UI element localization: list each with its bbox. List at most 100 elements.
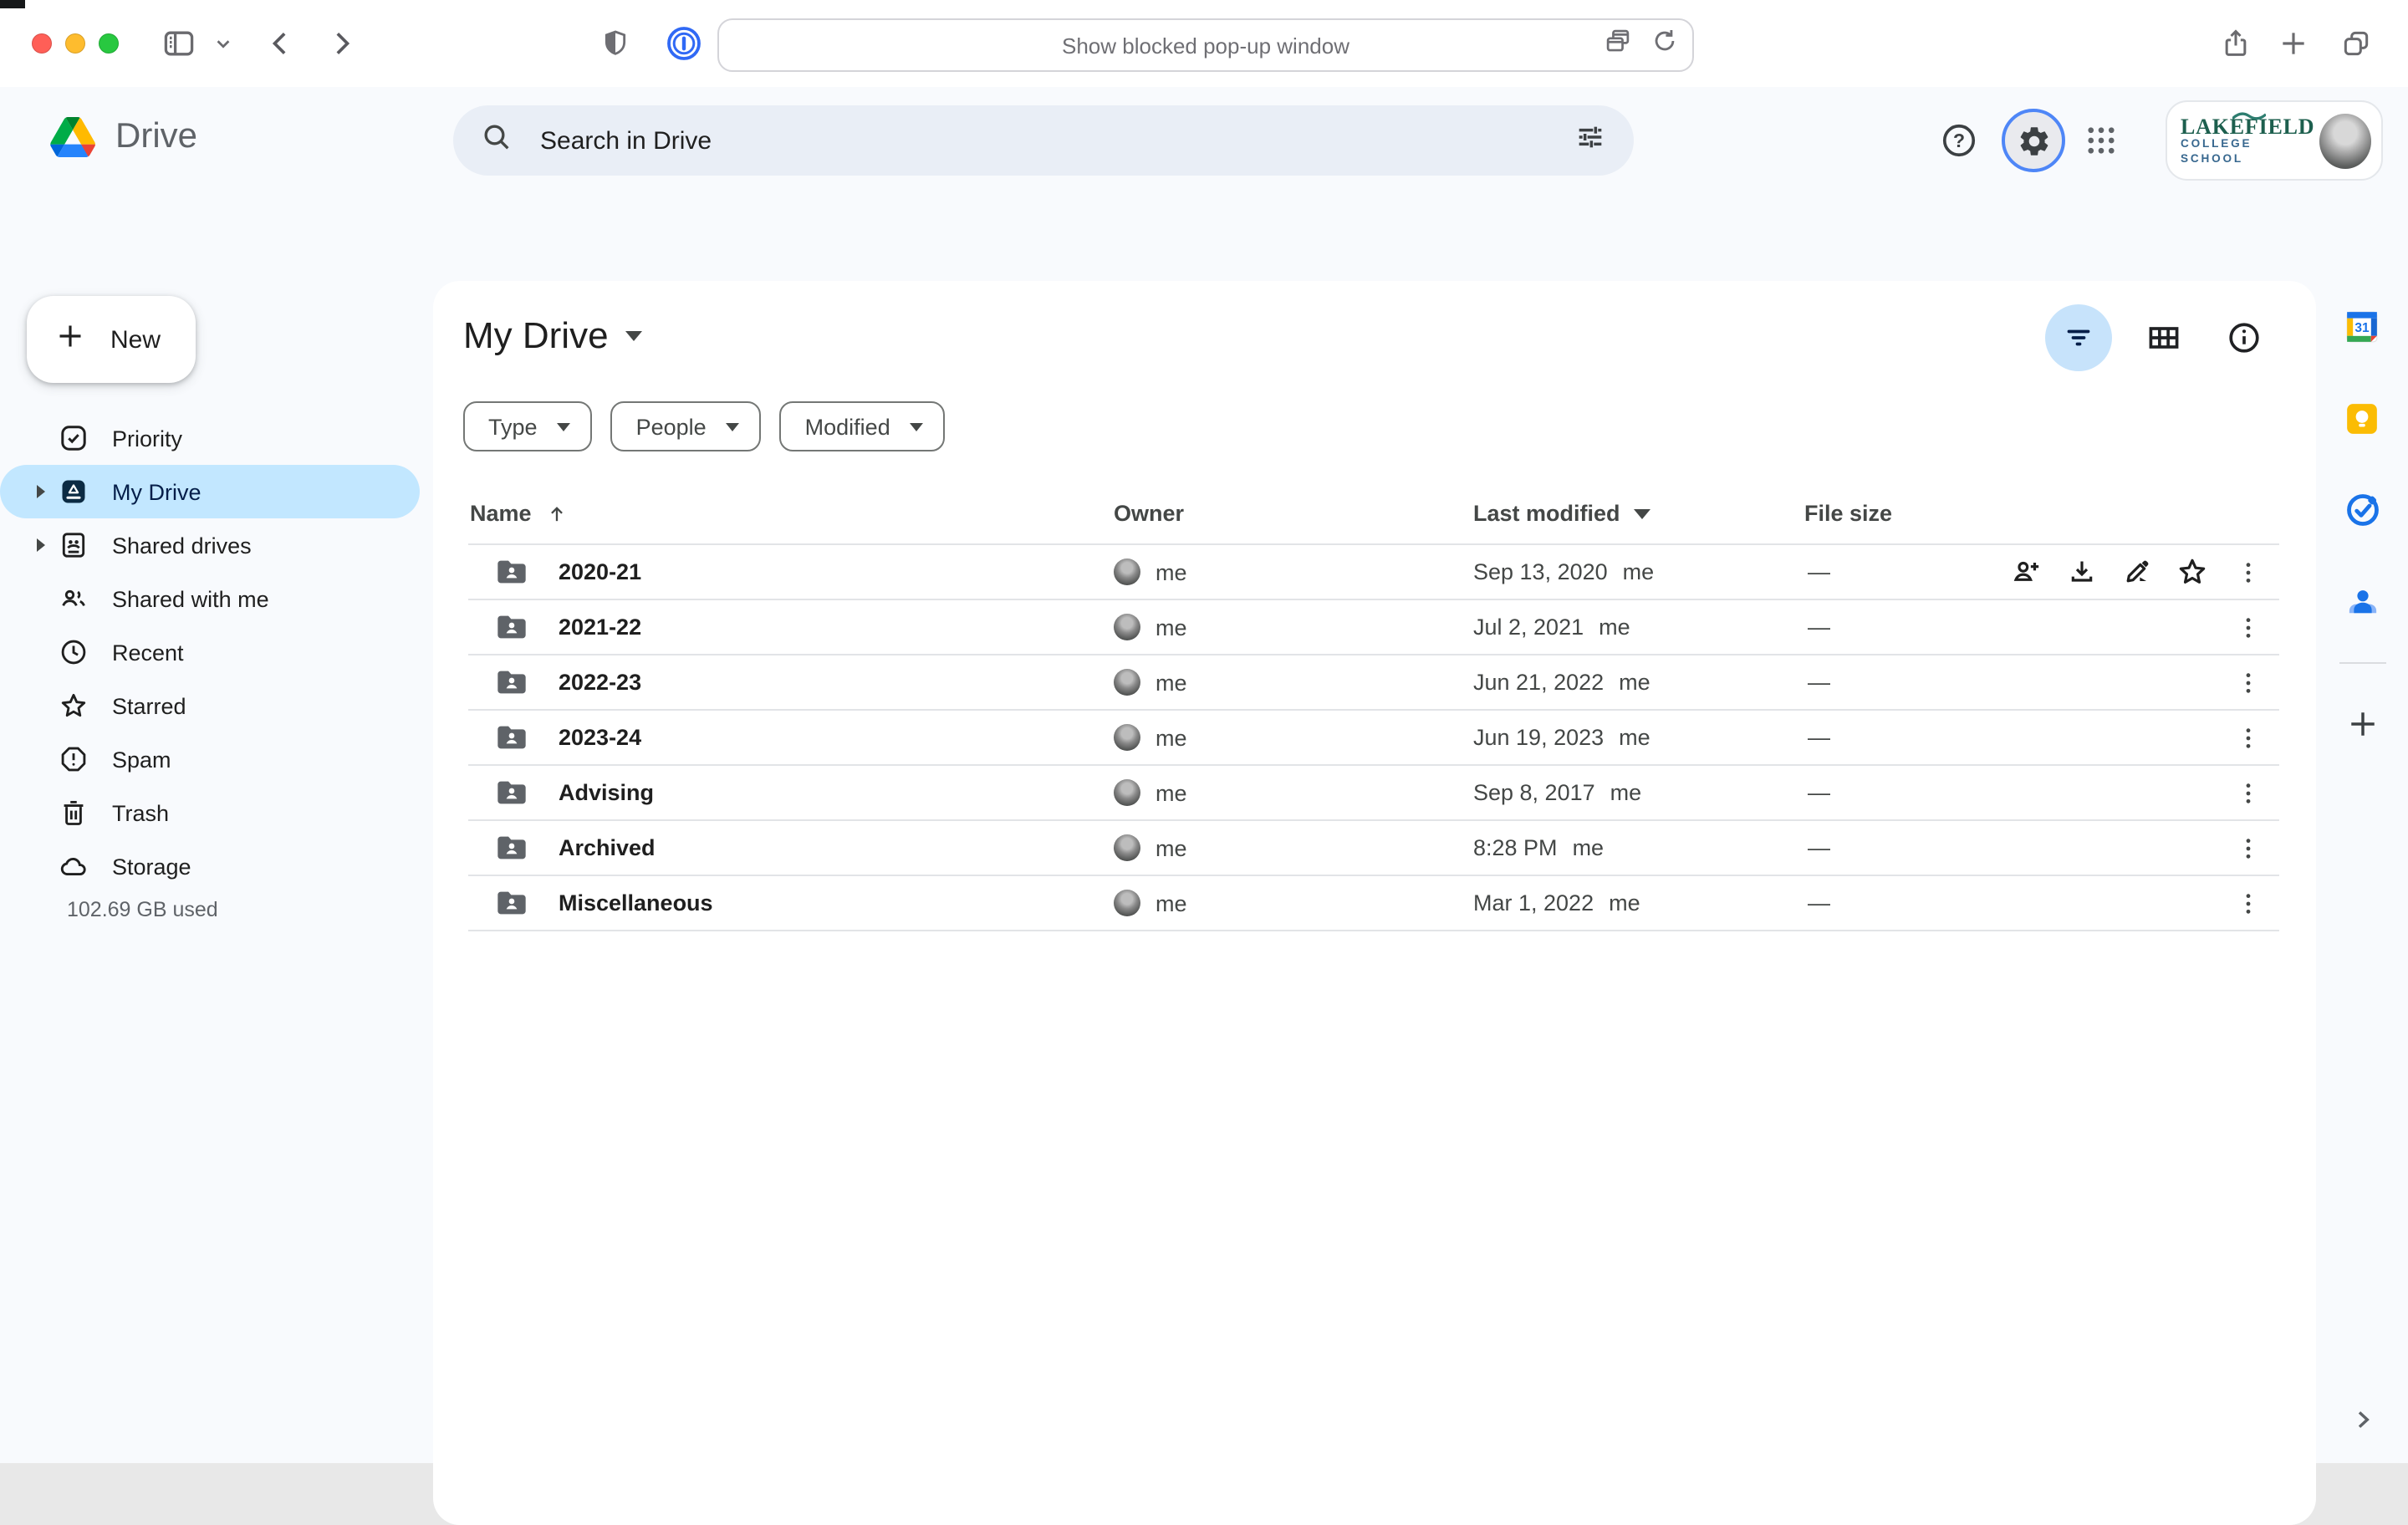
google-apps-icon[interactable]: [2084, 123, 2119, 158]
shared-folder-icon: [495, 776, 528, 809]
download-button[interactable]: [2065, 555, 2099, 589]
more-actions-button[interactable]: [2231, 721, 2264, 754]
spam-icon: [59, 744, 89, 774]
page-title-text: My Drive: [463, 314, 609, 356]
table-row[interactable]: 2021-22 me Jul 2, 2021 me —: [468, 600, 2279, 655]
file-size: —: [1808, 615, 1830, 640]
chevron-down-icon: [910, 422, 924, 431]
table-row[interactable]: Archived me 8:28 PM me —: [468, 821, 2279, 876]
page-title[interactable]: My Drive: [463, 314, 642, 358]
three-dots-icon: [2245, 672, 2250, 692]
last-modified-column-header[interactable]: Last modified: [1473, 501, 1650, 526]
sidebar-item-my-drive[interactable]: My Drive: [0, 465, 420, 518]
search-options-icon[interactable]: [1574, 120, 1607, 161]
file-name: 2022-23: [559, 670, 642, 695]
grid-view-button[interactable]: [2135, 309, 2192, 366]
chevron-down-icon: [1633, 508, 1650, 518]
type-filter-chip[interactable]: Type: [463, 401, 593, 451]
file-size: —: [1808, 725, 1830, 750]
new-tab-icon[interactable]: [2278, 28, 2309, 59]
table-row[interactable]: Miscellaneous me Mar 1, 2022 me —: [468, 876, 2279, 931]
reload-icon[interactable]: [1650, 27, 1679, 64]
filter-chip-bar: Type People Modified: [463, 401, 946, 451]
modified-date: Sep 13, 2020: [1473, 559, 1608, 584]
filter-button[interactable]: [2045, 304, 2112, 371]
modified-date: Jun 19, 2023: [1473, 725, 1604, 750]
star-icon: [2179, 558, 2206, 584]
sidebar-toggle-icon[interactable]: [161, 25, 197, 62]
address-bar[interactable]: Show blocked pop-up window: [717, 18, 1694, 72]
sidebar-item-recent[interactable]: Recent: [0, 625, 420, 679]
more-actions-button[interactable]: [2231, 831, 2264, 865]
owner-label: me: [1156, 670, 1187, 695]
cloud-icon: [59, 851, 89, 881]
popup-blocked-icon[interactable]: [1602, 25, 1634, 65]
account-button[interactable]: LAKEFIELD COLLEGE SCHOOL: [2166, 100, 2383, 181]
sidebar-item-shared-drives[interactable]: Shared drives: [0, 518, 420, 572]
drive-logo[interactable]: Drive: [50, 117, 197, 157]
people-filter-chip[interactable]: People: [610, 401, 762, 451]
contacts-icon[interactable]: [2329, 569, 2395, 635]
hide-side-panel-button[interactable]: [2349, 1406, 2375, 1441]
three-dots-icon: [2245, 893, 2250, 913]
help-icon[interactable]: ?: [1940, 121, 1978, 160]
tab-overview-icon[interactable]: [2339, 27, 2373, 60]
star-button[interactable]: [2176, 555, 2209, 589]
drive-logo-icon: [50, 117, 95, 157]
filter-icon: [2067, 329, 2090, 346]
sidebar-item-spam[interactable]: Spam: [0, 732, 420, 786]
owner-column-header[interactable]: Owner: [1114, 501, 1184, 526]
sort-by-name-header[interactable]: Name: [470, 501, 569, 526]
user-avatar[interactable]: [2319, 113, 2371, 168]
sidebar-menu-chevron-icon[interactable]: [214, 34, 232, 53]
plus-icon: [54, 319, 87, 360]
pencil-icon: [2126, 560, 2149, 583]
details-button[interactable]: [2216, 309, 2273, 366]
expand-arrow-icon[interactable]: [37, 538, 45, 552]
sidebar-item-storage[interactable]: Storage: [0, 839, 420, 893]
back-button[interactable]: [264, 27, 298, 60]
sidebar-item-trash[interactable]: Trash: [0, 786, 420, 839]
sidebar-item-priority[interactable]: Priority: [0, 411, 420, 465]
owner-avatar: [1114, 724, 1140, 751]
settings-button[interactable]: [2002, 109, 2065, 172]
file-size-column-header[interactable]: File size: [1804, 501, 1892, 526]
owner-label: me: [1156, 890, 1187, 916]
window-close-button[interactable]: [32, 33, 52, 54]
rename-button[interactable]: [2120, 555, 2154, 589]
keep-icon[interactable]: [2329, 385, 2395, 451]
sidebar-item-starred[interactable]: Starred: [0, 679, 420, 732]
table-row[interactable]: 2020-21 me Sep 13, 2020 me —: [468, 545, 2279, 600]
search-bar[interactable]: [453, 105, 1634, 176]
window-zoom-button[interactable]: [99, 33, 119, 54]
get-add-ons-button[interactable]: [2329, 691, 2395, 757]
search-icon[interactable]: [480, 120, 513, 161]
search-input[interactable]: [537, 125, 1574, 156]
forward-button[interactable]: [324, 27, 358, 60]
window-minimize-button[interactable]: [65, 33, 85, 54]
sidebar-item-shared-with-me[interactable]: Shared with me: [0, 572, 420, 625]
table-row[interactable]: 2022-23 me Jun 21, 2022 me —: [468, 655, 2279, 711]
table-row[interactable]: Advising me Sep 8, 2017 me —: [468, 766, 2279, 821]
password-manager-icon[interactable]: [664, 23, 704, 64]
more-actions-button[interactable]: [2231, 666, 2264, 699]
modified-date: 8:28 PM: [1473, 835, 1558, 860]
table-row[interactable]: 2023-24 me Jun 19, 2023 me —: [468, 711, 2279, 766]
tasks-icon[interactable]: [2329, 477, 2395, 543]
share-icon[interactable]: [2219, 27, 2252, 60]
owner-label: me: [1156, 615, 1187, 640]
modified-filter-chip[interactable]: Modified: [779, 401, 946, 451]
privacy-shield-icon[interactable]: [599, 27, 632, 60]
expand-arrow-icon[interactable]: [37, 485, 45, 498]
org-subtitle-text: COLLEGE SCHOOL: [2181, 138, 2252, 165]
more-actions-button[interactable]: [2231, 886, 2264, 920]
share-file-button[interactable]: [2010, 555, 2043, 589]
file-size: —: [1808, 835, 1830, 860]
more-actions-button[interactable]: [2231, 555, 2264, 589]
more-actions-button[interactable]: [2231, 776, 2264, 809]
my-drive-icon: [59, 477, 89, 507]
trash-icon: [59, 798, 89, 828]
calendar-icon[interactable]: 31: [2329, 293, 2395, 360]
more-actions-button[interactable]: [2231, 610, 2264, 644]
new-button[interactable]: New: [27, 296, 196, 383]
